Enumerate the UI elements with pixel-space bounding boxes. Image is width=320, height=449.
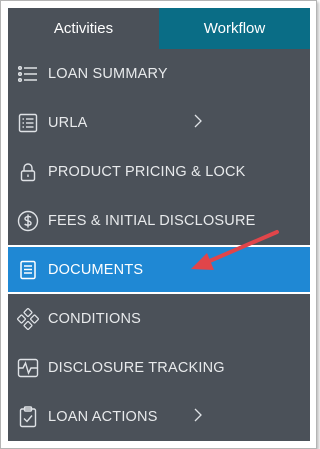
- menu-item-urla[interactable]: URLA: [8, 98, 310, 147]
- tracking-icon: [17, 357, 39, 379]
- lock-icon: [17, 161, 39, 183]
- menu-item-label: PRODUCT PRICING & LOCK: [48, 163, 246, 180]
- chevron-right-icon: [194, 408, 202, 426]
- menu-item-disclosure-tracking[interactable]: DISCLOSURE TRACKING: [8, 343, 310, 392]
- menu-item-label: LOAN SUMMARY: [48, 65, 168, 82]
- menu-item-label: DOCUMENTS: [48, 261, 144, 278]
- menu-item-product-pricing-lock[interactable]: PRODUCT PRICING & LOCK: [8, 147, 310, 196]
- panel-tabs: Activities Workflow: [8, 8, 310, 49]
- tab-activities[interactable]: Activities: [8, 8, 159, 49]
- chevron-right-icon: [194, 114, 202, 132]
- menu-item-documents[interactable]: DOCUMENTS: [8, 245, 310, 294]
- menu-item-label: URLA: [48, 114, 88, 131]
- tab-workflow[interactable]: Workflow: [159, 8, 310, 49]
- menu-item-label: DISCLOSURE TRACKING: [48, 359, 225, 376]
- screenshot-frame: Activities Workflow LOAN SUMMARY URLA PR…: [0, 0, 317, 449]
- menu-item-label: FEES & INITIAL DISCLOSURE: [48, 212, 256, 229]
- menu-item-conditions[interactable]: CONDITIONS: [8, 294, 310, 343]
- activities-menu: LOAN SUMMARY URLA PRODUCT PRICING & LOCK…: [8, 49, 310, 441]
- form-icon: [17, 112, 39, 134]
- dollar-icon: [17, 210, 39, 232]
- menu-item-label: CONDITIONS: [48, 310, 142, 327]
- side-panel: Activities Workflow LOAN SUMMARY URLA PR…: [8, 8, 310, 441]
- list-icon: [17, 63, 39, 85]
- document-icon: [17, 259, 39, 281]
- menu-item-fees-initial-disclosure[interactable]: FEES & INITIAL DISCLOSURE: [8, 196, 310, 245]
- menu-item-loan-actions[interactable]: LOAN ACTIONS: [8, 392, 310, 441]
- menu-item-label: LOAN ACTIONS: [48, 408, 158, 425]
- conditions-icon: [17, 307, 39, 330]
- menu-item-loan-summary[interactable]: LOAN SUMMARY: [8, 49, 310, 98]
- clipboard-check-icon: [17, 405, 39, 428]
